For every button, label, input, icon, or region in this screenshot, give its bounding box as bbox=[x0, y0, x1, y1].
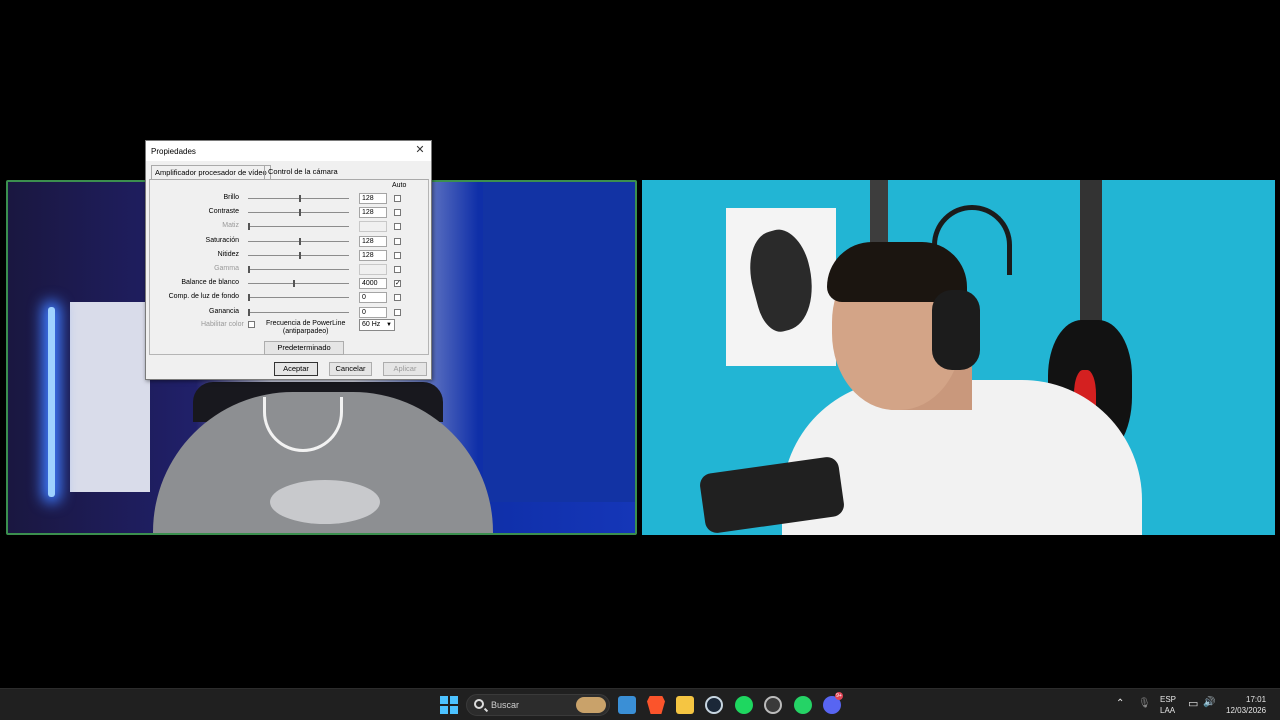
file-explorer-icon[interactable] bbox=[676, 696, 694, 714]
slider-value-field[interactable]: 128 bbox=[359, 207, 387, 219]
obs-recording-icon[interactable] bbox=[764, 696, 782, 714]
search-highlight-icon bbox=[576, 697, 606, 713]
discord-notification-badge: 9+ bbox=[835, 692, 843, 700]
auto-checkbox[interactable] bbox=[394, 237, 401, 245]
slider-label: Brillo bbox=[223, 194, 239, 201]
slider-label: Contraste bbox=[208, 208, 239, 216]
auto-checkbox[interactable] bbox=[394, 223, 401, 231]
slider-value-field[interactable]: 128 bbox=[359, 249, 387, 261]
slider-label: Matiz bbox=[222, 222, 239, 230]
chevron-up-icon[interactable]: ⌃ bbox=[1116, 698, 1124, 709]
chevron-down-icon: ▼ bbox=[386, 322, 392, 328]
slider-row: Ganancia 0 bbox=[146, 306, 431, 319]
clock-time[interactable]: 17:01 bbox=[1246, 695, 1266, 704]
default-button[interactable]: Predeterminado bbox=[264, 341, 344, 355]
auto-checkbox[interactable] bbox=[394, 195, 401, 202]
ok-button[interactable]: Aceptar bbox=[274, 362, 318, 376]
guitar-left bbox=[870, 180, 888, 250]
neon-light bbox=[48, 307, 55, 497]
slider-thumb[interactable] bbox=[248, 266, 250, 273]
close-icon[interactable]: ✕ bbox=[413, 143, 427, 157]
windows-start-icon[interactable] bbox=[440, 696, 458, 714]
slider-row: Contraste 128 bbox=[146, 207, 431, 219]
slider-track[interactable] bbox=[248, 269, 349, 270]
brave-browser-icon[interactable] bbox=[647, 696, 665, 714]
powerline-select[interactable]: 60 Hz ▼ bbox=[359, 319, 395, 331]
color-enable-checkbox[interactable] bbox=[248, 321, 255, 328]
slider-thumb[interactable] bbox=[298, 209, 301, 217]
slider-value-field[interactable]: 0 bbox=[359, 292, 387, 304]
slider-value-field[interactable]: 128 bbox=[359, 235, 387, 247]
auto-column-header: Auto bbox=[392, 182, 407, 189]
slider-label: Gamma bbox=[214, 265, 239, 272]
volume-icon[interactable]: 🔊 bbox=[1203, 697, 1215, 708]
dialog-title: Propiedades bbox=[151, 147, 196, 156]
photos-app-icon[interactable] bbox=[618, 696, 636, 714]
slider-track[interactable] bbox=[248, 226, 349, 228]
slider-label: Nitidez bbox=[217, 250, 239, 258]
slider-value-field bbox=[359, 221, 387, 233]
cancel-button[interactable]: Cancelar bbox=[329, 362, 372, 376]
microphone-icon[interactable]: 🎙 bbox=[1138, 698, 1151, 709]
slider-row: Saturación 128 bbox=[146, 235, 431, 248]
slider-row: Balance de blanco 4000 ✓ bbox=[146, 278, 431, 290]
powerline-select-value: 60 Hz bbox=[362, 321, 381, 328]
slider-row: Matiz bbox=[146, 221, 431, 233]
slider-thumb[interactable] bbox=[248, 308, 250, 316]
shelf bbox=[70, 302, 150, 492]
slider-thumb[interactable] bbox=[298, 251, 301, 259]
slider-row: Nitidez 128 bbox=[146, 249, 431, 262]
language-code[interactable]: ESP bbox=[1160, 695, 1176, 704]
slider-thumb[interactable] bbox=[293, 280, 296, 288]
spotify-icon[interactable] bbox=[735, 696, 753, 714]
auto-checkbox[interactable]: ✓ bbox=[394, 280, 401, 288]
slider-row: Gamma bbox=[146, 264, 431, 276]
powerline-label-line2: (antiparpadeo) bbox=[282, 328, 329, 335]
slider-label: Balance de blanco bbox=[181, 279, 239, 287]
properties-dialog: Propiedades ✕ Amplificador procesador de… bbox=[145, 140, 432, 380]
slider-thumb[interactable] bbox=[298, 237, 301, 245]
whatsapp-icon[interactable] bbox=[794, 696, 812, 714]
slider-thumb[interactable] bbox=[248, 294, 250, 302]
auto-checkbox[interactable] bbox=[394, 266, 401, 273]
screen: Propiedades ✕ Amplificador procesador de… bbox=[0, 0, 1280, 720]
slider-track[interactable] bbox=[248, 297, 349, 299]
headphones bbox=[932, 290, 980, 370]
powerline-label: Frecuencia de PowerLine (antiparpadeo) bbox=[266, 320, 345, 336]
slider-value-field[interactable]: 128 bbox=[359, 193, 387, 204]
auto-checkbox[interactable] bbox=[394, 308, 401, 316]
color-enable-label: Habilitar color bbox=[201, 321, 244, 328]
slider-value-field[interactable]: 4000 bbox=[359, 278, 387, 290]
slider-row: Comp. de luz de fondo 0 bbox=[146, 292, 431, 304]
tab-video-amplifier[interactable]: Amplificador procesador de vídeo bbox=[151, 165, 271, 179]
dialog-titlebar[interactable]: Propiedades ✕ bbox=[146, 141, 431, 161]
slider-thumb[interactable] bbox=[298, 195, 301, 202]
curtain bbox=[483, 182, 635, 502]
auto-checkbox[interactable] bbox=[394, 251, 401, 259]
slider-label: Comp. de luz de fondo bbox=[168, 293, 239, 301]
search-box[interactable]: Buscar bbox=[466, 694, 610, 716]
apply-button[interactable]: Aplicar bbox=[383, 362, 427, 376]
taskbar: Buscar 9+ ⌃ 🎙 ESP LAA ▭ 🔊 17:01 12/03/20… bbox=[0, 688, 1280, 720]
tab-camera-control[interactable]: Control de la cámara bbox=[264, 165, 341, 179]
language-layout[interactable]: LAA bbox=[1160, 706, 1175, 715]
slider-value-field bbox=[359, 264, 387, 275]
slider-row: Brillo 128 bbox=[146, 193, 431, 205]
powerline-label-line1: Frecuencia de PowerLine bbox=[266, 320, 346, 327]
search-icon bbox=[474, 699, 484, 709]
network-icon[interactable]: ▭ bbox=[1188, 697, 1198, 710]
steam-icon[interactable] bbox=[705, 696, 723, 714]
slider-label: Saturación bbox=[205, 236, 239, 244]
shirt-logo bbox=[270, 480, 380, 524]
clock-date[interactable]: 12/03/2026 bbox=[1226, 706, 1266, 715]
slider-track[interactable] bbox=[248, 283, 349, 285]
auto-checkbox[interactable] bbox=[394, 209, 401, 217]
auto-checkbox[interactable] bbox=[394, 294, 401, 302]
participant-video-right[interactable] bbox=[642, 180, 1275, 535]
slider-track[interactable] bbox=[248, 311, 349, 313]
slider-value-field[interactable]: 0 bbox=[359, 306, 387, 318]
slider-label: Ganancia bbox=[209, 307, 239, 315]
slider-thumb[interactable] bbox=[248, 223, 250, 231]
search-placeholder: Buscar bbox=[491, 700, 520, 710]
